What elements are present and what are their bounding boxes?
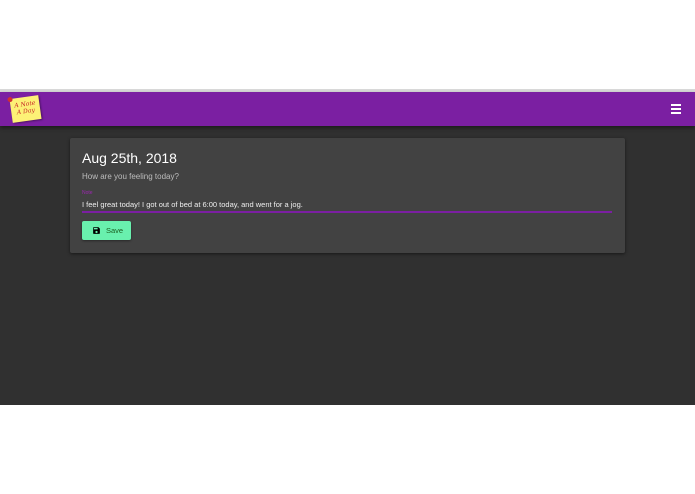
- pin-icon: [7, 96, 13, 103]
- save-button[interactable]: Save: [82, 221, 131, 240]
- note-card: Aug 25th, 2018 How are you feeling today…: [70, 138, 625, 253]
- note-field-label: Note: [82, 190, 93, 196]
- app-viewport: A Note A Day Aug 25th, 2018 How are you …: [0, 89, 695, 405]
- save-button-label: Save: [106, 226, 124, 235]
- floppy-disk-icon: [93, 227, 100, 234]
- app-bar: A Note A Day: [0, 92, 695, 126]
- entry-date: Aug 25th, 2018: [82, 150, 177, 166]
- hamburger-menu-icon[interactable]: [669, 103, 683, 115]
- note-input[interactable]: [82, 197, 612, 213]
- feeling-prompt: How are you feeling today?: [82, 172, 179, 181]
- app-logo[interactable]: A Note A Day: [7, 95, 42, 123]
